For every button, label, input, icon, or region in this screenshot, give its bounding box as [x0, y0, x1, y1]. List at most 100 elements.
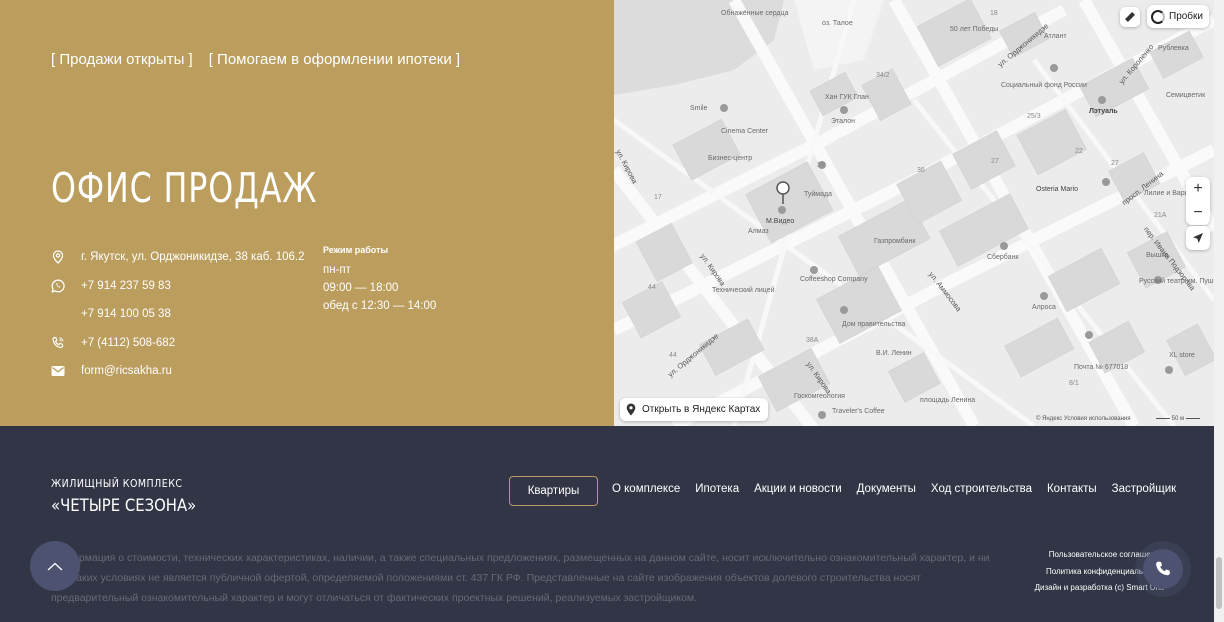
- geolocation-button[interactable]: [1186, 226, 1210, 250]
- yandex-map[interactable]: Обнажённые сердца оз. Талое 50 лет Побед…: [614, 0, 1214, 426]
- apartments-button[interactable]: Квартиры: [509, 476, 598, 506]
- email-link[interactable]: form@ricsakha.ru: [81, 365, 172, 377]
- map-pin-icon: [626, 403, 636, 416]
- phone-icon: [51, 336, 65, 350]
- map-label: Сбербанк: [987, 254, 1019, 261]
- building-number: 18: [990, 10, 998, 17]
- map-label: Рублевка: [1158, 45, 1189, 52]
- zoom-out-button[interactable]: −: [1186, 201, 1210, 225]
- footer-nav: О комплексе Ипотека Акции и новости Доку…: [612, 483, 1191, 495]
- tag-sales-open: [ Продажи открыты ]: [51, 51, 193, 68]
- traffic-label: Пробки: [1169, 11, 1203, 22]
- logo-title[interactable]: «ЧЕТЫРЕ СЕЗОНА»: [51, 496, 196, 515]
- map-label: Социальный фонд России: [1001, 82, 1087, 89]
- nav-construction[interactable]: Ход строительства: [931, 483, 1032, 495]
- contact-phone-2[interactable]: +7 914 100 05 38: [51, 300, 304, 329]
- building-number: 44: [648, 284, 656, 291]
- map-label: М.Видео: [766, 218, 795, 225]
- traffic-toggle[interactable]: Пробки: [1147, 5, 1209, 28]
- design-credit[interactable]: Дизайн и разработка (c) Smart Unit: [1010, 580, 1164, 597]
- scroll-to-top-button[interactable]: [30, 541, 80, 591]
- building-number: 25/3: [1027, 113, 1041, 120]
- building-number: 27: [1111, 160, 1119, 167]
- building-number: 38: [817, 162, 825, 169]
- legal-disclaimer: Информация о стоимости, технических хара…: [51, 552, 990, 604]
- map-canvas[interactable]: [614, 0, 1214, 426]
- building-number: 17: [654, 194, 662, 201]
- nav-contacts[interactable]: Контакты: [1047, 483, 1097, 495]
- map-copyright[interactable]: © Яндекс Условия использования: [1036, 416, 1131, 422]
- mail-icon: [51, 364, 65, 378]
- chevron-up-icon: [47, 562, 63, 570]
- privacy-policy-link[interactable]: Политика конфиденциальности: [1010, 564, 1164, 581]
- contact-email[interactable]: form@ricsakha.ru: [51, 357, 304, 386]
- contact-whatsapp[interactable]: +7 914 237 59 83: [51, 272, 304, 301]
- office-title: ОФИС ПРОДАЖ: [51, 164, 318, 212]
- nav-news[interactable]: Акции и новости: [754, 483, 842, 495]
- nav-documents[interactable]: Документы: [857, 483, 916, 495]
- map-label: Технический лицей: [712, 287, 775, 294]
- phone-icon: [1156, 561, 1170, 576]
- building-number: 44: [669, 352, 677, 359]
- callback-button[interactable]: [1143, 549, 1183, 589]
- map-label: Лэтуаль: [1089, 108, 1118, 115]
- building-number: 21А: [1154, 212, 1167, 219]
- map-label: Бизнес-центр: [708, 155, 753, 162]
- nav-mortgage[interactable]: Ипотека: [695, 483, 739, 495]
- map-label: Traveler's Coffee: [832, 408, 885, 415]
- map-label: 50 лет Победы: [950, 26, 999, 33]
- tag-mortgage: [ Помогаем в оформлении ипотеки ]: [208, 51, 461, 68]
- nav-about[interactable]: О комплексе: [612, 483, 680, 495]
- building-number: 34/2: [876, 72, 890, 79]
- map-label: Алроса: [1032, 304, 1056, 311]
- map-label: площадь Ленина: [920, 397, 976, 404]
- map-label: Госкомгеология: [794, 393, 845, 400]
- phone-landline[interactable]: +7 (4112) 508-682: [81, 337, 175, 349]
- hours-days: пн-пт: [323, 264, 351, 276]
- legal-links: Пользовательское соглашение Политика кон…: [1010, 547, 1164, 597]
- nav-developer[interactable]: Застройщик: [1112, 483, 1177, 495]
- building-number: 27: [991, 158, 999, 165]
- map-label: Алмаз: [748, 228, 769, 235]
- map-label: Почта № 677018: [1074, 364, 1129, 371]
- hours-lunch: обед с 12:30 — 14:00: [323, 300, 437, 312]
- scale-label: 50 м: [1171, 416, 1185, 422]
- map-label: Эталон: [831, 118, 855, 125]
- map-label: Cinema Center: [721, 128, 769, 135]
- map-label: оз. Талое: [822, 20, 853, 27]
- building-number: 8/1: [1069, 380, 1079, 387]
- map-label: Газпромбанк: [874, 238, 916, 245]
- scrollbar-thumb[interactable]: [1216, 557, 1222, 609]
- phone-second[interactable]: +7 914 100 05 38: [81, 308, 171, 320]
- phone-whatsapp[interactable]: +7 914 237 59 83: [81, 280, 171, 292]
- zoom-control: + −: [1186, 177, 1210, 225]
- contacts-list: г. Якутск, ул. Орджоникидзе, 38 каб. 106…: [51, 243, 304, 386]
- zoom-in-button[interactable]: +: [1186, 177, 1210, 201]
- office-tags: [ Продажи открыты ] [ Помогаем в оформле…: [51, 51, 460, 68]
- open-in-yandex-maps-button[interactable]: Открыть в Яндекс Картах: [620, 398, 769, 421]
- map-label: Хан ГУК Глан: [825, 94, 869, 101]
- location-pin-icon: [51, 250, 65, 265]
- map-label: Дом правительства: [842, 321, 906, 328]
- whatsapp-icon: [51, 279, 65, 293]
- open-maps-label: Открыть в Яндекс Картах: [642, 404, 761, 415]
- map-label: Coffeeshop Company: [800, 276, 868, 283]
- ruler-button[interactable]: [1120, 7, 1140, 27]
- map-label: Osteria Mario: [1036, 186, 1079, 193]
- logo-caption[interactable]: ЖИЛИЩНЫЙ КОМПЛЕКС: [51, 478, 183, 490]
- page: [ Продажи открыты ] [ Помогаем в оформле…: [0, 0, 1224, 622]
- page-scrollbar[interactable]: [1214, 0, 1224, 622]
- contact-phone-landline[interactable]: +7 (4112) 508-682: [51, 329, 304, 358]
- user-agreement-link[interactable]: Пользовательское соглашение: [1010, 547, 1164, 564]
- map-label: Семицветик: [1166, 92, 1206, 99]
- traffic-icon: [1151, 9, 1165, 24]
- map-label: XL store: [1169, 352, 1195, 359]
- map-scale: 50 м: [1156, 416, 1200, 422]
- building-number: 36: [917, 167, 925, 174]
- hours-time: 09:00 — 18:00: [323, 282, 399, 294]
- working-hours: Режим работы пн-пт 09:00 — 18:00 обед с …: [323, 244, 436, 315]
- hours-label: Режим работы: [323, 245, 389, 255]
- map-label: Туймада: [804, 191, 832, 198]
- sales-office-panel: [ Продажи открыты ] [ Помогаем в оформле…: [0, 0, 614, 426]
- contact-address: г. Якутск, ул. Орджоникидзе, 38 каб. 106…: [51, 243, 304, 272]
